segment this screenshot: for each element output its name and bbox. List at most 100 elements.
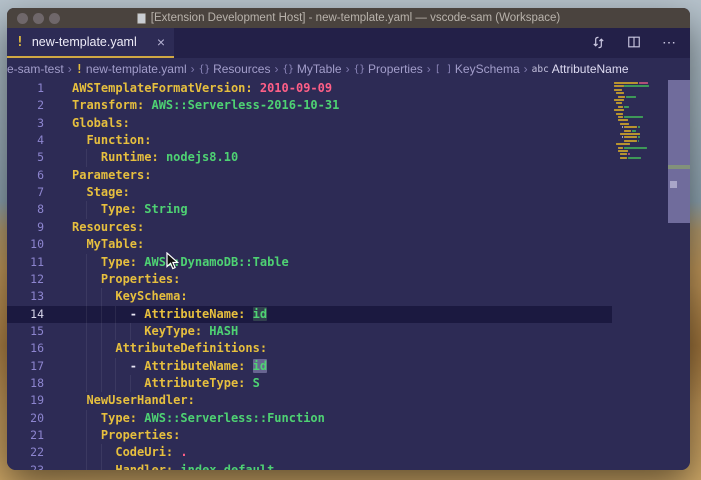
code-text: Runtime: nodejs8.10: [100, 150, 239, 165]
open-changes-icon[interactable]: [591, 35, 606, 50]
breadcrumb-label: AttributeName: [551, 62, 629, 76]
line-number: 10: [30, 237, 44, 252]
code-text: Resources:: [72, 219, 145, 234]
code-line-10[interactable]: 10 MyTable:: [7, 236, 612, 253]
line-number: 13: [30, 289, 44, 304]
code-text: Stage:: [86, 185, 130, 200]
line-number: 22: [30, 445, 44, 460]
minimap-line: [614, 150, 666, 152]
breadcrumb-label: MyTable: [296, 62, 342, 76]
maximize-window-button[interactable]: [49, 12, 60, 24]
code-text: AWSTemplateFormatVersion: 2010-09-09: [72, 81, 333, 95]
breadcrumb-separator: ›: [523, 62, 528, 76]
code-line-2[interactable]: 2 Transform: AWS::Serverless-2016-10-31: [7, 97, 612, 114]
breadcrumb-item-properties[interactable]: {} Properties: [354, 62, 423, 76]
code-line-22[interactable]: 22 CodeUri: .: [7, 444, 612, 462]
code-line-16[interactable]: 16 AttributeDefinitions:: [7, 340, 612, 358]
vscode-window: [Extension Development Host] - new-templ…: [7, 8, 690, 470]
code-line-12[interactable]: 12 Properties:: [7, 270, 612, 289]
breadcrumb-separator: ›: [426, 62, 431, 76]
breadcrumb-item-attributename[interactable]: abc AttributeName: [532, 62, 629, 76]
line-number: 3: [37, 115, 44, 130]
code-line-4[interactable]: 4 Function:: [7, 132, 612, 149]
breadcrumb-separator: ›: [190, 62, 195, 76]
code-line-23[interactable]: 23 Handler: index.default: [7, 461, 612, 470]
code-line-9[interactable]: 9 Resources:: [7, 219, 612, 236]
editor-actions: ⋯: [591, 28, 677, 56]
scrollbar-thumb[interactable]: [668, 80, 690, 223]
line-number: 19: [30, 393, 44, 408]
code-line-7[interactable]: 7 Stage:: [7, 184, 612, 201]
breadcrumb-item-mytable[interactable]: {} MyTable: [282, 62, 341, 76]
code-text: Type: AWS::DynamoDB::Table: [100, 254, 289, 269]
code-line-13[interactable]: 13 KeySchema:: [7, 288, 612, 306]
code-text: KeyType: HASH: [144, 323, 239, 338]
minimize-window-button[interactable]: [33, 12, 44, 24]
code-line-1[interactable]: 1 AWSTemplateFormatVersion: 2010-09-09: [7, 80, 612, 97]
code-line-21[interactable]: 21 Properties:: [7, 427, 612, 445]
minimap-line: [614, 95, 666, 98]
code-line-11[interactable]: 11 Type: AWS::DynamoDB::Table: [7, 253, 612, 271]
overview-ruler-mark: [668, 165, 690, 169]
code-line-20[interactable]: 20 Type: AWS::Serverless::Function: [7, 409, 612, 427]
code-line-15[interactable]: 15 KeyType: HASH: [7, 322, 612, 341]
code-line-14[interactable]: 14 - AttributeName: id: [7, 305, 612, 323]
breadcrumb-item-new-template-yaml[interactable]: ! new-template.yaml: [76, 62, 187, 76]
minimap-line: [614, 102, 666, 105]
minimap-line: [614, 133, 666, 135]
line-number: 15: [30, 323, 44, 338]
line-number: 20: [30, 410, 44, 425]
line-number: 11: [30, 254, 44, 269]
code-text: KeySchema:: [115, 289, 188, 304]
code-line-6[interactable]: 6 Parameters:: [7, 167, 612, 184]
window-title: [Extension Development Host] - new-templ…: [150, 12, 561, 24]
minimap-line: [614, 139, 666, 142]
breadcrumb-item-e-sam-test[interactable]: e-sam-test: [7, 62, 64, 76]
code-text: CodeUri: .: [115, 445, 188, 460]
line-number: 5: [37, 150, 44, 165]
code-text: Transform: AWS::Serverless-2016-10-31: [72, 98, 340, 113]
minimap-line: [614, 88, 666, 91]
minimap-line: [614, 99, 666, 101]
close-window-button[interactable]: [17, 12, 28, 24]
minimap-line: [614, 119, 666, 122]
minimap-line: [614, 156, 666, 159]
code-line-18[interactable]: 18 AttributeType: S: [7, 374, 612, 393]
breadcrumb-label: KeySchema: [454, 62, 520, 76]
breadcrumb-item-resources[interactable]: {} Resources: [199, 62, 271, 76]
code-text: Globals:: [72, 115, 130, 130]
screen: [Extension Development Host] - new-templ…: [0, 0, 701, 480]
minimap-line: [614, 105, 666, 108]
line-number: 7: [37, 185, 44, 200]
scrollbar: [668, 80, 690, 470]
code-line-8[interactable]: 8 Type: String: [7, 201, 612, 219]
code-text: Function:: [86, 133, 152, 148]
title-bar[interactable]: [Extension Development Host] - new-templ…: [7, 8, 690, 28]
breadcrumb-label: e-sam-test: [7, 62, 64, 76]
window-title-area: [Extension Development Host] - new-templ…: [136, 12, 561, 24]
line-number: 6: [37, 167, 44, 182]
breadcrumb-item-keyschema[interactable]: [ ] KeySchema: [435, 62, 520, 76]
minimap-line: [614, 126, 666, 129]
code-line-17[interactable]: 17 - AttributeName: id: [7, 357, 612, 375]
line-number: 21: [30, 428, 44, 442]
window-controls: [17, 12, 60, 24]
mouse-cursor: [166, 251, 180, 276]
line-number: 4: [37, 133, 44, 148]
close-tab-icon[interactable]: ×: [157, 35, 165, 49]
code-text: Properties:: [100, 428, 181, 442]
code-editor[interactable]: 1 AWSTemplateFormatVersion: 2010-09-09 2 Tr…: [7, 80, 690, 470]
tab-new-template-yaml[interactable]: ! new-template.yaml ×: [7, 28, 174, 58]
code-text: AttributeDefinitions:: [115, 341, 268, 356]
code-text: MyTable:: [86, 237, 145, 252]
code-line-19[interactable]: 19 NewUserHandler:: [7, 392, 612, 409]
code-line-3[interactable]: 3 Globals:: [7, 115, 612, 132]
string-symbol-icon: abc: [531, 63, 549, 75]
split-editor-icon[interactable]: [627, 35, 641, 49]
line-number: 9: [37, 219, 44, 234]
code-line-5[interactable]: 5 Runtime: nodejs8.10: [7, 149, 612, 167]
minimap-line: [614, 143, 666, 146]
more-actions-icon[interactable]: ⋯: [662, 34, 677, 51]
breadcrumb-separator: ›: [274, 62, 279, 76]
minimap[interactable]: [612, 80, 668, 470]
